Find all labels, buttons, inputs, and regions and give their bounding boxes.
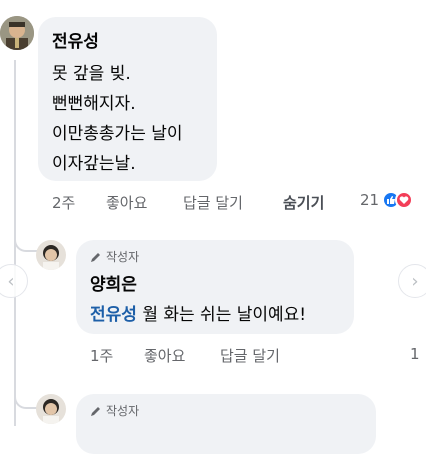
reply-text-body: 월 화는 쉬는 날이예요! [136, 305, 307, 325]
comment-author[interactable]: 양희은 [90, 270, 137, 295]
comment-author[interactable]: 전유성 [52, 27, 99, 52]
thread-connector [14, 228, 38, 252]
avatar[interactable] [36, 394, 66, 424]
comment-text-line: 이자갚는날. [52, 154, 136, 174]
like-button[interactable]: 좋아요 [144, 345, 185, 366]
reply-bubble: 작성자 양희은 전유성 월 화는 쉬는 날이예요! [76, 240, 354, 334]
author-badge-label: 작성자 [106, 404, 140, 418]
hide-button[interactable]: 숨기기 [283, 192, 324, 213]
mention-link[interactable]: 전유성 [90, 305, 137, 325]
love-reaction-icon [395, 191, 414, 209]
comment-time[interactable]: 2주 [52, 192, 75, 213]
comment-text-line: 못 갚을 빚. [52, 64, 131, 84]
reply-bubble: 작성자 [76, 394, 376, 454]
pencil-icon [91, 252, 100, 262]
like-button[interactable]: 좋아요 [106, 192, 147, 213]
author-badge: 작성자 [90, 402, 139, 419]
thread-connector [14, 385, 38, 409]
comment-bubble: 전유성 못 갚을 빚. 뻔뻔해지자. 이만총총가는 날이 이자갚는날. [38, 17, 217, 181]
avatar[interactable] [36, 240, 66, 270]
comment-text-line: 이만총총가는 날이 [52, 124, 183, 144]
reply-button[interactable]: 답글 달기 [183, 192, 243, 213]
next-arrow-icon[interactable]: › [398, 264, 426, 298]
comment-time[interactable]: 1주 [90, 345, 113, 366]
reaction-count: 21 [360, 191, 380, 209]
reply-button[interactable]: 답글 달기 [220, 345, 280, 366]
reaction-count[interactable]: 1 [410, 345, 420, 363]
avatar[interactable] [0, 16, 34, 50]
prev-arrow-icon[interactable]: ‹ [0, 264, 28, 298]
reply-text: 전유성 월 화는 쉬는 날이예요! [90, 300, 306, 325]
author-badge: 작성자 [90, 248, 139, 265]
reaction-summary[interactable]: 21 [360, 191, 414, 209]
author-badge-label: 작성자 [106, 250, 140, 264]
comment-text-line: 뻔뻔해지자. [52, 94, 136, 114]
pencil-icon [91, 406, 100, 416]
